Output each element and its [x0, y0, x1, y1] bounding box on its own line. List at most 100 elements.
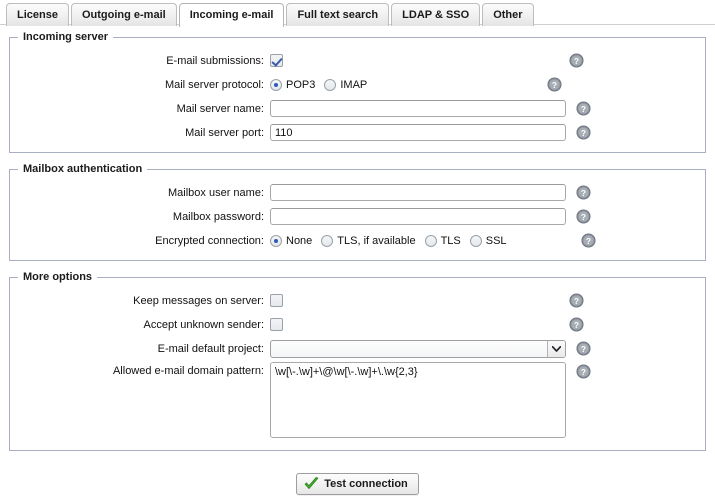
- help-slot-mailbox-password: ?: [576, 209, 591, 224]
- svg-text:?: ?: [581, 104, 586, 114]
- label-accept-unknown-sender: Accept unknown sender:: [10, 319, 270, 331]
- help-icon[interactable]: ?: [569, 53, 584, 68]
- tab-license[interactable]: License: [6, 3, 69, 26]
- test-connection-button[interactable]: Test connection: [296, 473, 419, 495]
- help-icon[interactable]: ?: [576, 101, 591, 116]
- help-slot-mailbox-user-name: ?: [576, 185, 591, 200]
- radio-encryption-none-label: None: [286, 235, 312, 247]
- radio-encryption-ssl-button[interactable]: [470, 235, 482, 247]
- tab-full-text-search[interactable]: Full text search: [286, 3, 389, 26]
- mail-server-name-input[interactable]: [270, 100, 566, 117]
- tab-other[interactable]: Other: [482, 3, 533, 26]
- radio-encryption-none[interactable]: None: [270, 235, 312, 247]
- help-icon[interactable]: ?: [576, 341, 591, 356]
- help-icon[interactable]: ?: [569, 293, 584, 308]
- fieldset-mailbox-authentication: Mailbox authentication Mailbox user name…: [9, 163, 706, 261]
- row-keep-messages-on-server: Keep messages on server: ?: [10, 289, 705, 312]
- email-default-project-arrow[interactable]: [547, 341, 565, 357]
- radio-encryption-tls-button[interactable]: [425, 235, 437, 247]
- email-default-project-value: [271, 341, 547, 357]
- accept-unknown-sender-checkbox[interactable]: [270, 318, 283, 331]
- help-slot-mail-server-port: ?: [576, 125, 591, 140]
- radio-encryption-tls[interactable]: TLS: [425, 235, 461, 247]
- keep-messages-on-server-checkbox[interactable]: [270, 294, 283, 307]
- radio-encryption-tls-if-available-label: TLS, if available: [337, 235, 415, 247]
- help-icon[interactable]: ?: [569, 317, 584, 332]
- mail-server-port-input[interactable]: [270, 124, 566, 141]
- row-mailbox-password: Mailbox password: ?: [10, 205, 705, 228]
- radio-pop3[interactable]: POP3: [270, 79, 315, 91]
- fieldset-legend-incoming-server: Incoming server: [18, 31, 113, 43]
- row-encrypted-connection: Encrypted connection: None TLS, if avail…: [10, 229, 705, 252]
- label-email-submissions: E-mail submissions:: [10, 55, 270, 67]
- help-slot-email-default-project: ?: [576, 341, 591, 356]
- help-slot-mail-server-name: ?: [576, 101, 591, 116]
- allowed-email-domain-pattern-textarea[interactable]: [270, 362, 566, 438]
- row-email-default-project: E-mail default project: ?: [10, 337, 705, 360]
- radio-encryption-none-button[interactable]: [270, 235, 282, 247]
- radio-encryption-tls-if-available-button[interactable]: [321, 235, 333, 247]
- test-connection-label: Test connection: [324, 478, 408, 490]
- help-icon[interactable]: ?: [576, 125, 591, 140]
- row-accept-unknown-sender: Accept unknown sender: ?: [10, 313, 705, 336]
- help-slot-encrypted-connection: ?: [581, 233, 596, 248]
- green-check-icon: [304, 477, 319, 491]
- radio-encryption-tls-label: TLS: [441, 235, 461, 247]
- help-icon[interactable]: ?: [547, 77, 562, 92]
- radio-pop3-label: POP3: [286, 79, 315, 91]
- field-encrypted-connection: None TLS, if available TLS SSL: [270, 235, 507, 247]
- field-email-submissions: [270, 54, 283, 67]
- row-mail-server-port: Mail server port: ?: [10, 121, 705, 144]
- action-bar: Test connection: [9, 461, 706, 495]
- label-allowed-email-domain-pattern: Allowed e-mail domain pattern:: [10, 362, 270, 377]
- radio-imap[interactable]: IMAP: [324, 79, 367, 91]
- label-mailbox-user-name: Mailbox user name:: [10, 187, 270, 199]
- svg-text:?: ?: [552, 80, 557, 90]
- svg-text:?: ?: [581, 344, 586, 354]
- help-slot-accept-unknown-sender: ?: [569, 317, 584, 332]
- help-icon[interactable]: ?: [576, 209, 591, 224]
- row-email-submissions: E-mail submissions: ?: [10, 49, 705, 72]
- label-email-default-project: E-mail default project:: [10, 343, 270, 355]
- fieldset-legend-mailbox-authentication: Mailbox authentication: [18, 163, 147, 175]
- tab-bar: License Outgoing e-mail Incoming e-mail …: [0, 0, 715, 25]
- tab-outgoing-email[interactable]: Outgoing e-mail: [71, 3, 177, 26]
- tab-incoming-email[interactable]: Incoming e-mail: [179, 3, 285, 27]
- row-mailbox-user-name: Mailbox user name: ?: [10, 181, 705, 204]
- mail-server-protocol-radio-group: POP3 IMAP: [270, 79, 367, 91]
- email-submissions-checkbox[interactable]: [270, 54, 283, 67]
- mailbox-password-input[interactable]: [270, 208, 566, 225]
- field-mailbox-password: [270, 208, 566, 225]
- radio-pop3-button[interactable]: [270, 79, 282, 91]
- label-keep-messages-on-server: Keep messages on server:: [10, 295, 270, 307]
- radio-imap-button[interactable]: [324, 79, 336, 91]
- label-mailbox-password: Mailbox password:: [10, 211, 270, 223]
- field-mail-server-name: [270, 100, 566, 117]
- svg-text:?: ?: [574, 296, 579, 306]
- svg-text:?: ?: [581, 128, 586, 138]
- label-mail-server-name: Mail server name:: [10, 103, 270, 115]
- mailbox-user-name-input[interactable]: [270, 184, 566, 201]
- field-mailbox-user-name: [270, 184, 566, 201]
- email-default-project-select[interactable]: [270, 340, 566, 358]
- help-slot-keep-messages-on-server: ?: [569, 293, 584, 308]
- help-slot-email-submissions: ?: [569, 53, 584, 68]
- radio-encryption-ssl-label: SSL: [486, 235, 507, 247]
- help-icon[interactable]: ?: [576, 185, 591, 200]
- svg-text:?: ?: [574, 320, 579, 330]
- row-mail-server-name: Mail server name: ?: [10, 97, 705, 120]
- chevron-down-icon: [552, 346, 561, 352]
- label-mail-server-protocol: Mail server protocol:: [10, 79, 270, 91]
- tab-ldap-sso[interactable]: LDAP & SSO: [391, 3, 480, 26]
- radio-imap-label: IMAP: [340, 79, 367, 91]
- field-keep-messages-on-server: [270, 294, 283, 307]
- radio-encryption-ssl[interactable]: SSL: [470, 235, 507, 247]
- fieldset-legend-more-options: More options: [18, 271, 97, 283]
- radio-encryption-tls-if-available[interactable]: TLS, if available: [321, 235, 415, 247]
- svg-text:?: ?: [581, 367, 586, 377]
- help-icon[interactable]: ?: [576, 364, 591, 379]
- field-allowed-email-domain-pattern: [270, 362, 566, 438]
- help-icon[interactable]: ?: [581, 233, 596, 248]
- svg-text:?: ?: [581, 188, 586, 198]
- help-slot-allowed-email-domain-pattern: ?: [576, 364, 591, 379]
